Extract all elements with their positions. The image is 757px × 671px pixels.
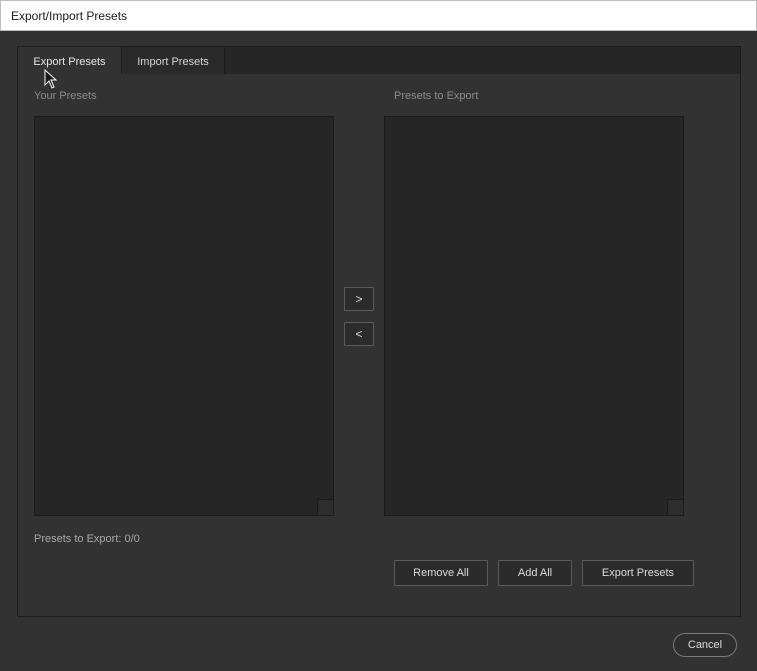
tab-strip: Export Presets Import Presets (18, 47, 740, 74)
resize-grip[interactable] (317, 499, 333, 515)
add-to-export-button[interactable]: > (344, 287, 374, 311)
resize-grip[interactable] (667, 499, 683, 515)
cancel-button[interactable]: Cancel (673, 633, 737, 657)
mouse-cursor-icon (44, 69, 58, 89)
remove-from-export-button[interactable]: < (344, 322, 374, 346)
window-title: Export/Import Presets (0, 0, 757, 31)
presets-to-export-list[interactable] (384, 116, 684, 516)
your-presets-label: Your Presets (34, 90, 97, 102)
tab-export-presets[interactable]: Export Presets (18, 47, 121, 74)
remove-all-button[interactable]: Remove All (394, 560, 488, 586)
presets-to-export-label: Presets to Export (394, 90, 479, 102)
export-count-status: Presets to Export: 0/0 (34, 533, 140, 545)
export-presets-button[interactable]: Export Presets (582, 560, 694, 586)
your-presets-list[interactable] (34, 116, 334, 516)
tab-import-presets[interactable]: Import Presets (121, 47, 225, 74)
add-all-button[interactable]: Add All (498, 560, 572, 586)
